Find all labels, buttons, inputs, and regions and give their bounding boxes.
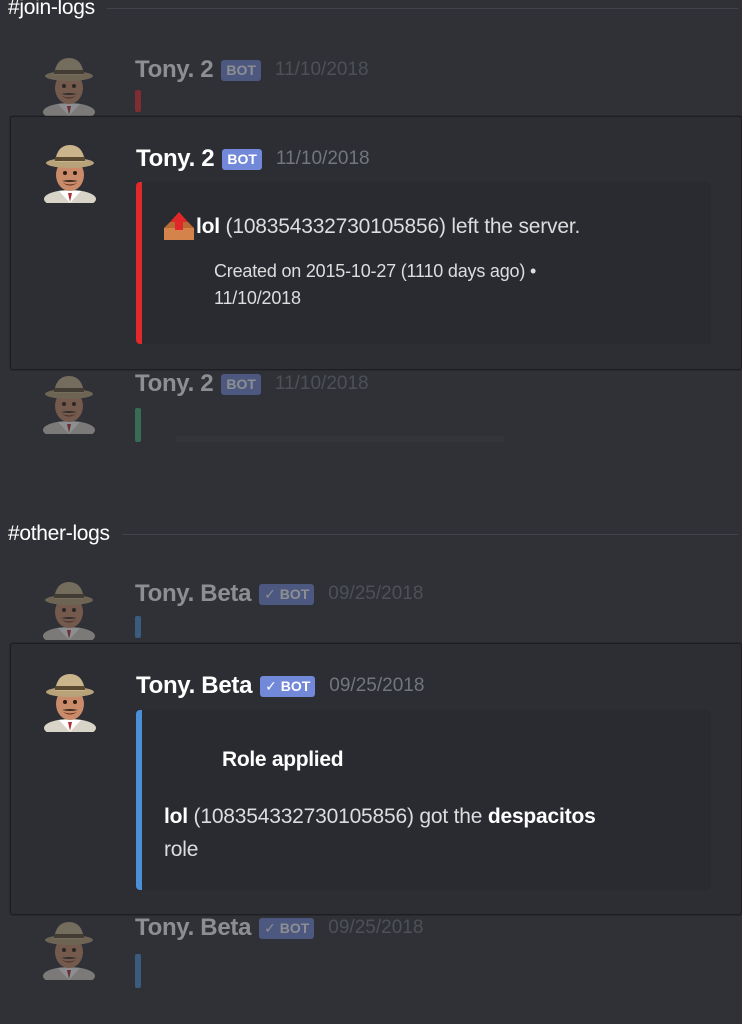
embed-description-text: (108354332730105856) got the [187,805,488,828]
message-card[interactable]: Tony. Beta ✓ BOT 09/25/2018 Role applied… [10,643,742,915]
bot-badge: ✓ BOT [259,583,315,605]
bot-badge: BOT [221,59,261,81]
channel-header-join-logs: #join-logs [8,0,738,20]
avatar[interactable] [41,139,99,203]
embed-role-name: despacitos [487,805,596,828]
timestamp: 11/10/2018 [274,59,369,80]
outbox-tray-icon [162,212,196,242]
divider [106,7,738,9]
embed-color-bar [135,616,141,638]
username[interactable]: Tony. Beta [136,672,252,700]
message-faded-next[interactable]: Tony. 2 BOT 11/10/2018 [10,368,740,448]
bot-badge: BOT [221,373,261,395]
username[interactable]: Tony. 2 [135,56,214,84]
username[interactable]: Tony. Beta [135,580,251,608]
embed-color-bar [136,710,142,890]
username[interactable]: Tony. 2 [136,145,215,173]
embed-description-text: role [164,838,199,861]
embed-user-mention: lol [196,215,220,238]
embed-user-mention: lol [164,805,188,828]
avatar[interactable] [41,668,99,732]
message-faded-previous[interactable]: Tony. Beta ✓ BOT 09/25/2018 [10,574,740,644]
embed-description-text: (108354332730105856) left the server. [219,215,581,238]
channel-title: #other-logs [8,522,110,545]
username[interactable]: Tony. 2 [135,370,214,398]
timestamp: 11/10/2018 [275,148,370,169]
embed-color-bar [135,90,141,112]
bot-badge: ✓ BOT [259,917,315,939]
embed-title: Role applied [222,748,344,771]
text-placeholder [175,436,505,442]
channel-title: #join-logs [8,0,95,19]
embed-color-bar [135,954,141,988]
message-card[interactable]: Tony. 2 BOT 11/10/2018 lol (108354332730… [10,116,742,370]
embed: lol (108354332730105856) left the server… [136,182,711,344]
channel-header-other-logs: #other-logs [8,522,738,546]
timestamp: 09/25/2018 [328,583,424,604]
message-faded-next[interactable]: Tony. Beta ✓ BOT 09/25/2018 [10,912,740,992]
timestamp: 09/25/2018 [328,917,424,938]
embed: Role applied lol (108354332730105856) go… [136,710,711,890]
bot-badge: BOT [222,148,262,170]
embed-color-bar [135,408,141,442]
embed-color-bar [136,182,142,344]
embed-footer-line: 11/10/2018 [214,288,301,308]
timestamp: 11/10/2018 [274,373,369,394]
bot-badge: ✓ BOT [260,675,316,697]
username[interactable]: Tony. Beta [135,914,251,942]
embed-footer: Created on 2015-10-27 (1110 days ago) • … [214,258,614,312]
avatar[interactable] [40,52,98,116]
timestamp: 09/25/2018 [329,675,425,696]
avatar[interactable] [40,576,98,640]
embed-description: lol (108354332730105856) left the server… [162,212,580,242]
divider [121,533,738,535]
avatar[interactable] [40,916,98,980]
message-faded-previous[interactable]: Tony. 2 BOT 11/10/2018 [10,48,740,118]
embed-description: lol (108354332730105856) got the despaci… [164,800,684,866]
avatar[interactable] [40,370,98,434]
embed-footer-line: Created on 2015-10-27 (1110 days ago) • [214,261,537,281]
